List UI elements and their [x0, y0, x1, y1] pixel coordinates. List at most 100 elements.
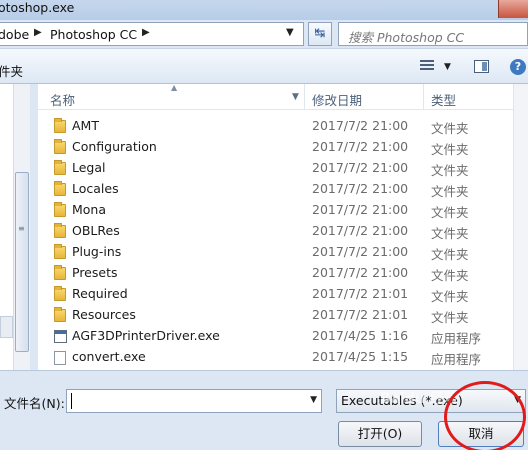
document-icon [54, 351, 66, 365]
column-header: ▲ 名称 ▼ 修改日期 类型 [38, 84, 528, 110]
new-folder-button[interactable]: 件夹 [0, 61, 23, 80]
file-name: AGF3DPrinterDriver.exe [72, 328, 220, 343]
pane-splitter[interactable] [30, 84, 38, 370]
file-type: 文件夹 [431, 205, 469, 220]
column-header-name[interactable]: 名称 [50, 90, 75, 109]
view-options-icon[interactable] [420, 60, 434, 72]
refresh-button[interactable]: ↹ [308, 22, 332, 46]
address-row: dobe ▶ Photoshop CC ▶ ▼ ↹ 搜索 Photoshop C… [0, 20, 528, 48]
search-box[interactable]: 搜索 Photoshop CC [338, 22, 528, 46]
nav-scrollbar[interactable]: ≡ [13, 84, 30, 370]
file-date: 2017/7/2 21:00 [312, 160, 409, 175]
file-row[interactable]: Locales 2017/7/2 21:00 文件夹 [38, 179, 513, 200]
address-dropdown-icon[interactable]: ▼ [286, 27, 294, 38]
file-name: AMT [72, 118, 99, 133]
folder-icon [54, 307, 66, 322]
file-row[interactable]: Plug-ins 2017/7/2 21:00 文件夹 [38, 242, 513, 263]
column-header-type[interactable]: 类型 [431, 90, 456, 109]
file-row[interactable]: AGF3DPrinterDriver.exe 2017/4/25 1:16 应用程序 [38, 326, 513, 347]
breadcrumb-adobe[interactable]: dobe [0, 27, 29, 42]
filename-dropdown-icon[interactable]: ▼ [310, 395, 317, 405]
file-type: 文件夹 [431, 121, 469, 136]
folder-icon [54, 223, 66, 238]
annotation-circle [444, 381, 526, 450]
file-date: 2017/4/25 1:16 [312, 328, 409, 343]
file-type: 文件夹 [431, 184, 469, 199]
file-row[interactable]: Configuration 2017/7/2 21:00 文件夹 [38, 137, 513, 158]
folder-icon [54, 160, 66, 175]
file-type: 文件夹 [431, 226, 469, 241]
filename-label: 文件名(N): [4, 396, 65, 411]
view-dropdown-icon[interactable]: ▼ [444, 62, 451, 72]
column-header-date[interactable]: 修改日期 [312, 90, 362, 109]
file-type: 文件夹 [431, 163, 469, 178]
file-date: 2017/7/2 21:00 [312, 223, 409, 238]
title-bar: otoshop.exe [0, 0, 528, 20]
file-name: convert.exe [72, 349, 146, 364]
file-row[interactable]: Mona 2017/7/2 21:00 文件夹 [38, 200, 513, 221]
file-type: 文件夹 [431, 310, 469, 325]
scroll-grip-icon: ≡ [18, 224, 25, 233]
close-button[interactable] [498, 0, 528, 18]
file-date: 2017/7/2 21:00 [312, 244, 409, 259]
nav-item[interactable] [0, 316, 13, 338]
folder-icon [54, 139, 66, 154]
file-name: Legal [72, 160, 106, 175]
breadcrumb-photoshop-cc[interactable]: Photoshop CC [50, 27, 137, 42]
application-icon [54, 330, 67, 343]
file-type: 文件夹 [431, 142, 469, 157]
file-name: Presets [72, 265, 118, 280]
search-placeholder: 搜索 Photoshop CC [348, 30, 465, 45]
column-filter-dropdown-icon[interactable]: ▼ [292, 92, 299, 102]
file-row[interactable]: Required 2017/7/2 21:01 文件夹 [38, 284, 513, 305]
file-row[interactable]: Resources 2017/7/2 21:01 文件夹 [38, 305, 513, 326]
filename-input[interactable]: ▼ [66, 389, 322, 413]
file-name: Plug-ins [72, 244, 122, 259]
refresh-icon: ↹ [314, 26, 326, 41]
file-row[interactable]: convert.exe 2017/4/25 1:15 应用程序 [38, 347, 513, 368]
file-row[interactable]: OBLRes 2017/7/2 21:00 文件夹 [38, 221, 513, 242]
file-name: Mona [72, 202, 107, 217]
nav-scrollbar-thumb[interactable] [15, 172, 29, 352]
address-bar[interactable]: dobe ▶ Photoshop CC ▶ ▼ [0, 22, 304, 46]
file-date: 2017/7/2 21:01 [312, 307, 409, 322]
file-list[interactable]: ▲ 名称 ▼ 修改日期 类型 AMT 2017/7/2 21:00 文件夹 Confi… [38, 84, 528, 370]
open-button[interactable]: 打开(O) [338, 421, 422, 447]
file-type: 文件夹 [431, 268, 469, 283]
file-date: 2017/7/2 21:00 [312, 139, 409, 154]
file-date: 2017/7/2 21:00 [312, 202, 409, 217]
file-row[interactable]: AMT 2017/7/2 21:00 文件夹 [38, 116, 513, 137]
file-date: 2017/7/2 21:01 [312, 286, 409, 301]
toolbar: 件夹 ▼ ? [0, 48, 528, 84]
breadcrumb-separator-icon[interactable]: ▶ [34, 27, 42, 38]
file-date: 2017/7/2 21:00 [312, 181, 409, 196]
file-row[interactable]: Presets 2017/7/2 21:00 文件夹 [38, 263, 513, 284]
file-name: OBLRes [72, 223, 120, 238]
folder-icon [54, 202, 66, 217]
file-type: 文件夹 [431, 247, 469, 262]
file-date: 2017/7/2 21:00 [312, 118, 409, 133]
file-type: 应用程序 [431, 331, 482, 346]
column-divider[interactable] [304, 84, 305, 110]
folder-icon [54, 118, 66, 133]
file-date: 2017/7/2 21:00 [312, 265, 409, 280]
sort-arrow-icon: ▲ [171, 84, 178, 92]
file-row[interactable]: Legal 2017/7/2 21:00 文件夹 [38, 158, 513, 179]
text-caret [71, 393, 72, 409]
column-divider[interactable] [423, 84, 424, 110]
preview-pane-icon[interactable] [474, 60, 489, 73]
folder-icon [54, 265, 66, 280]
help-icon[interactable]: ? [510, 59, 526, 75]
folder-icon [54, 244, 66, 259]
file-list-scrollbar[interactable] [513, 84, 528, 370]
breadcrumb-separator-icon[interactable]: ▶ [142, 27, 150, 38]
navigation-pane[interactable]: ≡ [0, 84, 30, 370]
file-type: 文件夹 [431, 289, 469, 304]
file-name: Configuration [72, 139, 157, 154]
file-date: 2017/4/25 1:15 [312, 349, 409, 364]
file-name: Locales [72, 181, 119, 196]
file-type: 应用程序 [431, 352, 482, 367]
folder-icon [54, 286, 66, 301]
window-title: otoshop.exe [0, 0, 75, 15]
folder-icon [54, 181, 66, 196]
